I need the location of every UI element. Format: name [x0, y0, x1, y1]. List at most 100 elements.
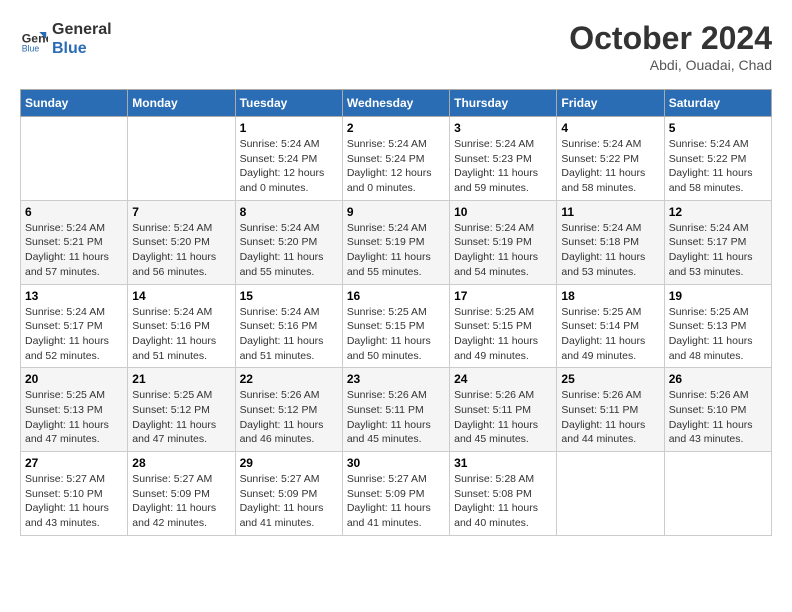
- calendar-cell: 8Sunrise: 5:24 AMSunset: 5:20 PMDaylight…: [235, 200, 342, 284]
- day-number: 31: [454, 456, 552, 470]
- weekday-header-monday: Monday: [128, 90, 235, 117]
- calendar-cell: [557, 452, 664, 536]
- svg-text:Blue: Blue: [22, 43, 40, 53]
- weekday-header-tuesday: Tuesday: [235, 90, 342, 117]
- day-number: 11: [561, 205, 659, 219]
- calendar-cell: 9 Sunrise: 5:24 AMSunset: 5:19 PMDaylight…: [342, 200, 449, 284]
- calendar-cell: 30 Sunrise: 5:27 AMSunset: 5:09 PMDayligh…: [342, 452, 449, 536]
- calendar-cell: 4 Sunrise: 5:24 AMSunset: 5:22 PMDaylight…: [557, 117, 664, 201]
- day-info: Sunrise: 5:25 AMSunset: 5:12 PMDaylight:…: [132, 388, 230, 447]
- day-info: Sunrise: 5:26 AMSunset: 5:12 PMDaylight:…: [240, 388, 338, 447]
- day-number: 6: [25, 205, 123, 219]
- calendar-week-3: 13Sunrise: 5:24 AMSunset: 5:17 PMDayligh…: [21, 284, 772, 368]
- calendar-cell: 15Sunrise: 5:24 AMSunset: 5:16 PMDayligh…: [235, 284, 342, 368]
- day-info: Sunrise: 5:24 AMSunset: 5:19 PMDaylight:…: [347, 221, 445, 280]
- day-info: Sunrise: 5:24 AMSunset: 5:24 PMDaylight:…: [240, 137, 338, 196]
- day-info: Sunrise: 5:26 AMSunset: 5:11 PMDaylight:…: [347, 388, 445, 447]
- calendar-cell: 28Sunrise: 5:27 AMSunset: 5:09 PMDayligh…: [128, 452, 235, 536]
- day-number: 1: [240, 121, 338, 135]
- calendar-cell: 12Sunrise: 5:24 AMSunset: 5:17 PMDayligh…: [664, 200, 771, 284]
- day-info: Sunrise: 5:24 AMSunset: 5:20 PMDaylight:…: [240, 221, 338, 280]
- day-number: 14: [132, 289, 230, 303]
- day-number: 2: [347, 121, 445, 135]
- day-info: Sunrise: 5:24 AMSunset: 5:21 PMDaylight:…: [25, 221, 123, 280]
- calendar-cell: 26Sunrise: 5:26 AMSunset: 5:10 PMDayligh…: [664, 368, 771, 452]
- day-info: Sunrise: 5:24 AMSunset: 5:23 PMDaylight:…: [454, 137, 552, 196]
- weekday-header-sunday: Sunday: [21, 90, 128, 117]
- weekday-header-thursday: Thursday: [450, 90, 557, 117]
- day-number: 3: [454, 121, 552, 135]
- calendar-cell: 5Sunrise: 5:24 AMSunset: 5:22 PMDaylight…: [664, 117, 771, 201]
- calendar-week-1: 1 Sunrise: 5:24 AMSunset: 5:24 PMDaylight…: [21, 117, 772, 201]
- page-header: General Blue General Blue October 2024 A…: [20, 20, 772, 73]
- day-number: 24: [454, 372, 552, 386]
- calendar-cell: 1 Sunrise: 5:24 AMSunset: 5:24 PMDaylight…: [235, 117, 342, 201]
- calendar-cell: 10Sunrise: 5:24 AMSunset: 5:19 PMDayligh…: [450, 200, 557, 284]
- day-info: Sunrise: 5:26 AMSunset: 5:10 PMDaylight:…: [669, 388, 767, 447]
- day-info: Sunrise: 5:24 AMSunset: 5:17 PMDaylight:…: [25, 305, 123, 364]
- calendar-week-2: 6 Sunrise: 5:24 AMSunset: 5:21 PMDaylight…: [21, 200, 772, 284]
- calendar-cell: 6 Sunrise: 5:24 AMSunset: 5:21 PMDaylight…: [21, 200, 128, 284]
- calendar-cell: 11 Sunrise: 5:24 AMSunset: 5:18 PMDayligh…: [557, 200, 664, 284]
- day-info: Sunrise: 5:27 AMSunset: 5:09 PMDaylight:…: [347, 472, 445, 531]
- day-number: 27: [25, 456, 123, 470]
- calendar-cell: 24 Sunrise: 5:26 AMSunset: 5:11 PMDayligh…: [450, 368, 557, 452]
- day-info: Sunrise: 5:26 AMSunset: 5:11 PMDaylight:…: [561, 388, 659, 447]
- day-info: Sunrise: 5:25 AMSunset: 5:13 PMDaylight:…: [669, 305, 767, 364]
- calendar-cell: 19 Sunrise: 5:25 AMSunset: 5:13 PMDayligh…: [664, 284, 771, 368]
- calendar-cell: 16 Sunrise: 5:25 AMSunset: 5:15 PMDayligh…: [342, 284, 449, 368]
- day-number: 12: [669, 205, 767, 219]
- day-number: 9: [347, 205, 445, 219]
- calendar-cell: 23 Sunrise: 5:26 AMSunset: 5:11 PMDayligh…: [342, 368, 449, 452]
- calendar-cell: 2 Sunrise: 5:24 AMSunset: 5:24 PMDaylight…: [342, 117, 449, 201]
- calendar-cell: 7 Sunrise: 5:24 AMSunset: 5:20 PMDaylight…: [128, 200, 235, 284]
- day-info: Sunrise: 5:25 AMSunset: 5:14 PMDaylight:…: [561, 305, 659, 364]
- calendar-cell: 21 Sunrise: 5:25 AMSunset: 5:12 PMDayligh…: [128, 368, 235, 452]
- day-number: 4: [561, 121, 659, 135]
- day-number: 15: [240, 289, 338, 303]
- calendar-cell: [21, 117, 128, 201]
- day-info: Sunrise: 5:24 AMSunset: 5:22 PMDaylight:…: [561, 137, 659, 196]
- day-number: 21: [132, 372, 230, 386]
- calendar-cell: 22 Sunrise: 5:26 AMSunset: 5:12 PMDayligh…: [235, 368, 342, 452]
- day-number: 16: [347, 289, 445, 303]
- calendar-week-4: 20 Sunrise: 5:25 AMSunset: 5:13 PMDayligh…: [21, 368, 772, 452]
- location: Abdi, Ouadai, Chad: [569, 57, 772, 73]
- day-info: Sunrise: 5:25 AMSunset: 5:13 PMDaylight:…: [25, 388, 123, 447]
- calendar-cell: 25 Sunrise: 5:26 AMSunset: 5:11 PMDayligh…: [557, 368, 664, 452]
- calendar-cell: 20 Sunrise: 5:25 AMSunset: 5:13 PMDayligh…: [21, 368, 128, 452]
- logo-line2: Blue: [52, 39, 112, 58]
- calendar-cell: [664, 452, 771, 536]
- calendar-cell: 27 Sunrise: 5:27 AMSunset: 5:10 PMDayligh…: [21, 452, 128, 536]
- weekday-header-wednesday: Wednesday: [342, 90, 449, 117]
- day-info: Sunrise: 5:27 AMSunset: 5:09 PMDaylight:…: [132, 472, 230, 531]
- day-info: Sunrise: 5:28 AMSunset: 5:08 PMDaylight:…: [454, 472, 552, 531]
- day-info: Sunrise: 5:25 AMSunset: 5:15 PMDaylight:…: [454, 305, 552, 364]
- calendar-cell: 14 Sunrise: 5:24 AMSunset: 5:16 PMDayligh…: [128, 284, 235, 368]
- calendar-table: SundayMondayTuesdayWednesdayThursdayFrid…: [20, 89, 772, 536]
- day-number: 7: [132, 205, 230, 219]
- day-info: Sunrise: 5:24 AMSunset: 5:18 PMDaylight:…: [561, 221, 659, 280]
- logo: General Blue General Blue: [20, 20, 112, 58]
- day-info: Sunrise: 5:24 AMSunset: 5:16 PMDaylight:…: [132, 305, 230, 364]
- calendar-cell: 31 Sunrise: 5:28 AMSunset: 5:08 PMDayligh…: [450, 452, 557, 536]
- day-number: 20: [25, 372, 123, 386]
- day-info: Sunrise: 5:24 AMSunset: 5:24 PMDaylight:…: [347, 137, 445, 196]
- day-info: Sunrise: 5:25 AMSunset: 5:15 PMDaylight:…: [347, 305, 445, 364]
- weekday-header-friday: Friday: [557, 90, 664, 117]
- day-info: Sunrise: 5:27 AMSunset: 5:10 PMDaylight:…: [25, 472, 123, 531]
- day-number: 22: [240, 372, 338, 386]
- day-info: Sunrise: 5:26 AMSunset: 5:11 PMDaylight:…: [454, 388, 552, 447]
- day-number: 25: [561, 372, 659, 386]
- day-info: Sunrise: 5:24 AMSunset: 5:20 PMDaylight:…: [132, 221, 230, 280]
- day-number: 17: [454, 289, 552, 303]
- calendar-cell: 18 Sunrise: 5:25 AMSunset: 5:14 PMDayligh…: [557, 284, 664, 368]
- calendar-cell: [128, 117, 235, 201]
- day-number: 29: [240, 456, 338, 470]
- day-number: 30: [347, 456, 445, 470]
- day-number: 23: [347, 372, 445, 386]
- day-number: 19: [669, 289, 767, 303]
- calendar-week-5: 27 Sunrise: 5:27 AMSunset: 5:10 PMDayligh…: [21, 452, 772, 536]
- day-number: 18: [561, 289, 659, 303]
- month-title: October 2024: [569, 20, 772, 57]
